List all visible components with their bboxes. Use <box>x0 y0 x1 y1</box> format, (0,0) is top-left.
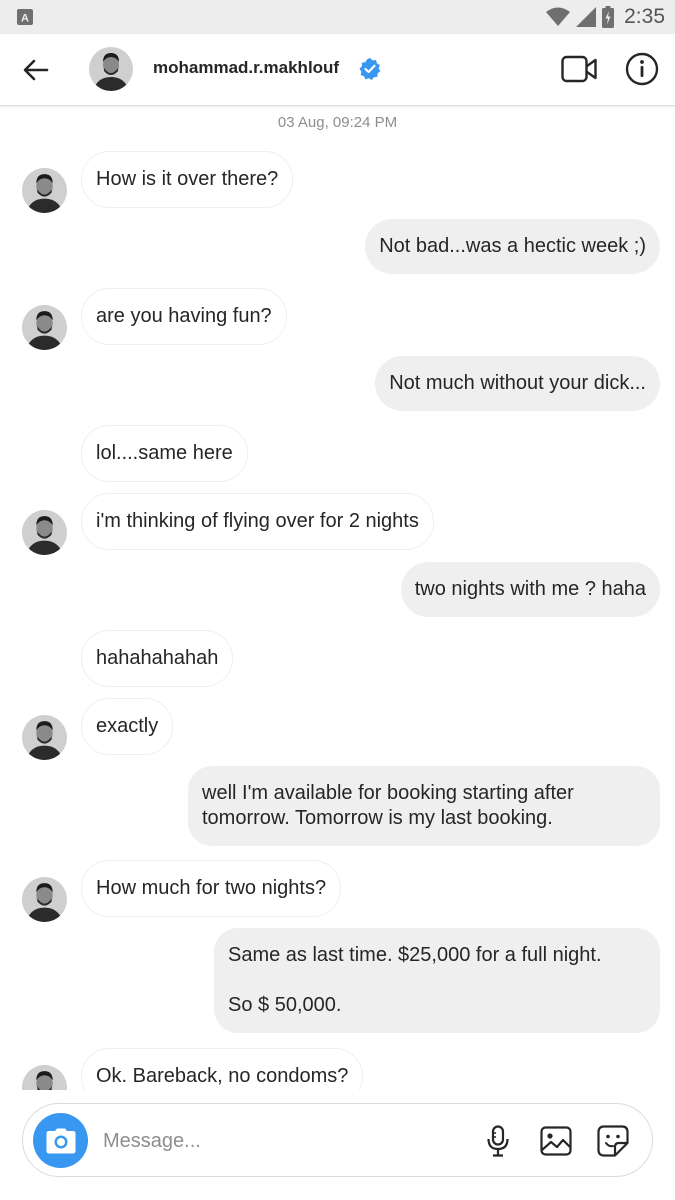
video-call-button[interactable] <box>560 52 598 86</box>
microphone-button[interactable] <box>481 1124 515 1158</box>
message-line: So $ 50,000. <box>228 994 342 1016</box>
message-incoming[interactable]: lol....same here <box>81 425 248 482</box>
message-line <box>228 968 646 993</box>
message-incoming[interactable]: How is it over there? <box>81 151 294 208</box>
message-incoming[interactable]: i'm thinking of flying over for 2 nights <box>81 493 434 550</box>
message-incoming[interactable]: exactly <box>81 698 174 755</box>
sender-avatar[interactable] <box>22 305 67 350</box>
sender-avatar[interactable] <box>22 510 67 555</box>
message-outgoing[interactable]: well I'm available for booking starting … <box>188 766 660 846</box>
message-incoming[interactable]: How much for two nights? <box>81 860 342 917</box>
info-button[interactable] <box>624 51 660 87</box>
camera-button[interactable] <box>33 1113 88 1168</box>
microphone-icon <box>487 1125 509 1157</box>
message-input[interactable] <box>103 1126 463 1156</box>
sender-avatar[interactable] <box>22 877 67 922</box>
status-time: 2:35 <box>624 5 665 28</box>
message-thread[interactable]: 03 Aug, 09:24 PM How is it over there? N… <box>0 106 675 1090</box>
header-username[interactable]: mohammad.r.makhlouf <box>153 58 339 78</box>
message-outgoing[interactable]: Not much without your dick... <box>375 356 660 411</box>
sender-avatar[interactable] <box>22 168 67 213</box>
gallery-button[interactable] <box>539 1124 573 1158</box>
message-outgoing[interactable]: Not bad...was a hectic week ;) <box>365 219 660 274</box>
sender-avatar[interactable] <box>22 1065 67 1090</box>
info-icon <box>625 52 659 86</box>
wifi-icon <box>546 7 571 26</box>
message-outgoing[interactable]: Same as last time. $25,000 for a full ni… <box>214 928 660 1033</box>
message-incoming[interactable]: are you having fun? <box>81 288 287 345</box>
message-outgoing[interactable]: two nights with me ? haha <box>400 562 660 617</box>
verified-badge-icon <box>359 58 381 80</box>
sticker-button[interactable] <box>596 1124 630 1158</box>
signal-icon <box>576 7 597 27</box>
status-icons: 2:35 <box>546 5 665 29</box>
sender-avatar[interactable] <box>22 715 67 760</box>
back-arrow-icon <box>23 59 49 81</box>
message-line: well I'm available for booking starting … <box>202 782 574 804</box>
battery-icon <box>602 6 615 28</box>
sticker-icon <box>597 1125 629 1157</box>
gallery-icon <box>540 1126 572 1156</box>
status-bar: A 2:35 <box>0 0 675 34</box>
app-notification-icon: A <box>17 9 33 25</box>
back-button[interactable] <box>20 54 52 86</box>
thread-timestamp: 03 Aug, 09:24 PM <box>277 114 398 131</box>
svg-text:A: A <box>21 13 29 25</box>
camera-icon <box>46 1128 75 1153</box>
message-line: Same as last time. $25,000 for a full ni… <box>228 944 602 966</box>
message-incoming[interactable]: Ok. Bareback, no condoms? <box>81 1048 364 1090</box>
message-line: tomorrow. Tomorrow is my last booking. <box>202 807 553 829</box>
header-avatar[interactable] <box>89 47 133 91</box>
video-call-icon <box>561 55 597 83</box>
message-composer <box>22 1103 653 1177</box>
message-incoming[interactable]: hahahahahah <box>81 630 234 687</box>
chat-header: mohammad.r.makhlouf <box>0 34 675 106</box>
